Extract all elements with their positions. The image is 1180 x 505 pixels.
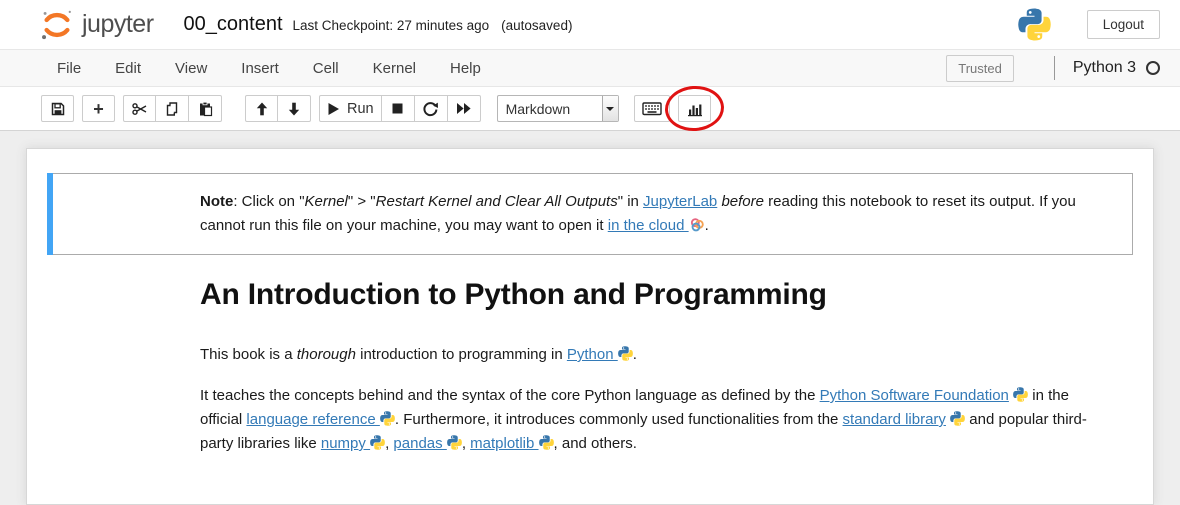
plus-icon: + [93,100,104,118]
python-icon [618,346,633,361]
kernel-idle-indicator-icon [1146,61,1160,75]
menu-kernel[interactable]: Kernel [356,52,433,85]
python-icon [539,435,554,450]
body-paragraph: It teaches the concepts behind and the s… [200,384,1112,456]
page-title: An Introduction to Python and Programmin… [200,278,1112,312]
menu-insert[interactable]: Insert [224,52,296,85]
toolbar: + [0,87,1180,131]
text-run: " > " [348,193,376,210]
text-run: . Furthermore, it introduces commonly us… [395,411,843,428]
logout-button[interactable]: Logout [1087,10,1160,39]
notebook-title[interactable]: 00_content [184,13,283,36]
menu-edit[interactable]: Edit [98,52,158,85]
inline-link[interactable]: standard library [843,411,946,428]
text-run: thorough [297,346,356,363]
run-icon [327,102,340,116]
text-run: . [705,217,709,234]
save-icon [50,101,66,117]
move-cell-up-button[interactable] [245,95,278,122]
inline-link[interactable]: language reference [246,411,379,428]
note-text: Note: Click on "Kernel" > "Restart Kerne… [200,174,1132,254]
restart-kernel-button[interactable] [415,95,448,122]
header-right: Logout [1018,8,1160,41]
move-cell-down-button[interactable] [278,95,311,122]
notebook-container: Note: Click on "Kernel" > "Restart Kerne… [26,148,1154,505]
inline-link[interactable]: in the cloud [608,217,689,234]
text-run: Restart Kernel and Clear All Outputs [376,193,618,210]
intro-paragraph: This book is a thorough introduction to … [200,343,1112,367]
menu-cell[interactable]: Cell [296,52,356,85]
text-run: Kernel [305,193,348,210]
chevron-down-icon [602,96,618,121]
notebook-title-area: 00_content Last Checkpoint: 27 minutes a… [184,13,573,36]
menu-view[interactable]: View [158,52,224,85]
menubar-right: Trusted Python 3 [946,55,1160,82]
python-icon [1013,387,1028,402]
restart-icon [422,101,439,117]
header: jupyter 00_content Last Checkpoint: 27 m… [0,0,1180,50]
chart-icon [686,101,703,117]
cell-type-dropdown[interactable]: Markdown [497,95,619,122]
binder-cloud-icon [689,217,705,233]
cell-type-selected: Markdown [498,101,602,117]
inline-link[interactable]: matplotlib [470,435,538,452]
trusted-badge[interactable]: Trusted [946,55,1014,82]
text-run: It teaches the concepts behind and the s… [200,387,820,404]
arrow-up-icon [254,101,270,117]
text-run: " in [618,193,643,210]
chart-button[interactable] [678,95,711,122]
python-icon [370,435,385,450]
run-button[interactable]: Run [319,95,382,122]
text-run: , and others. [554,435,637,452]
inline-link[interactable]: Python Software Foundation [820,387,1009,404]
cut-button[interactable] [123,95,156,122]
python-icon [380,411,395,426]
keyboard-icon [642,101,662,116]
run-button-label: Run [347,101,374,117]
menu-file[interactable]: File [40,52,98,85]
run-all-icon [455,101,472,116]
text-run: . [633,346,637,363]
paste-icon [197,101,213,117]
text-run: before [721,193,764,210]
autosave-status: (autosaved) [501,18,572,33]
markdown-rendered: An Introduction to Python and Programmin… [200,256,1132,456]
inline-link[interactable]: numpy [321,435,370,452]
menu-help[interactable]: Help [433,52,498,85]
divider [1054,56,1055,80]
inline-link[interactable]: JupyterLab [643,193,717,210]
cell-prompt [48,256,200,456]
text-run: This book is a [200,346,297,363]
cell-prompt [48,174,200,254]
jupyter-logo[interactable]: jupyter [38,6,154,44]
checkpoint-status: Last Checkpoint: 27 minutes ago [293,18,490,33]
restart-run-all-button[interactable] [448,95,481,122]
jupyter-logo-icon [38,6,76,44]
inline-link[interactable]: pandas [393,435,446,452]
stop-icon [390,101,405,116]
python-icon [447,435,462,450]
paste-button[interactable] [189,95,222,122]
text-run: , [462,435,470,452]
cut-icon [131,101,148,117]
copy-icon [164,101,180,117]
inline-link[interactable]: Python [567,346,618,363]
jupyter-wordmark: jupyter [82,10,154,39]
note-cell[interactable]: Note: Click on "Kernel" > "Restart Kerne… [47,173,1133,255]
markdown-cell[interactable]: An Introduction to Python and Programmin… [47,255,1133,457]
kernel-name: Python 3 [1073,59,1136,77]
text-run: Note [200,193,233,210]
text-run: : Click on " [233,193,304,210]
command-palette-button[interactable] [634,95,670,122]
text-run: introduction to programming in [356,346,567,363]
save-button[interactable] [41,95,74,122]
notebook-site: Note: Click on "Kernel" > "Restart Kerne… [0,131,1180,505]
arrow-down-icon [286,101,302,117]
menubar: File Edit View Insert Cell Kernel Help T… [0,50,1180,87]
copy-button[interactable] [156,95,189,122]
python-kernel-logo-icon [1018,8,1051,41]
python-icon [950,411,965,426]
interrupt-kernel-button[interactable] [382,95,415,122]
insert-cell-button[interactable]: + [82,95,115,122]
